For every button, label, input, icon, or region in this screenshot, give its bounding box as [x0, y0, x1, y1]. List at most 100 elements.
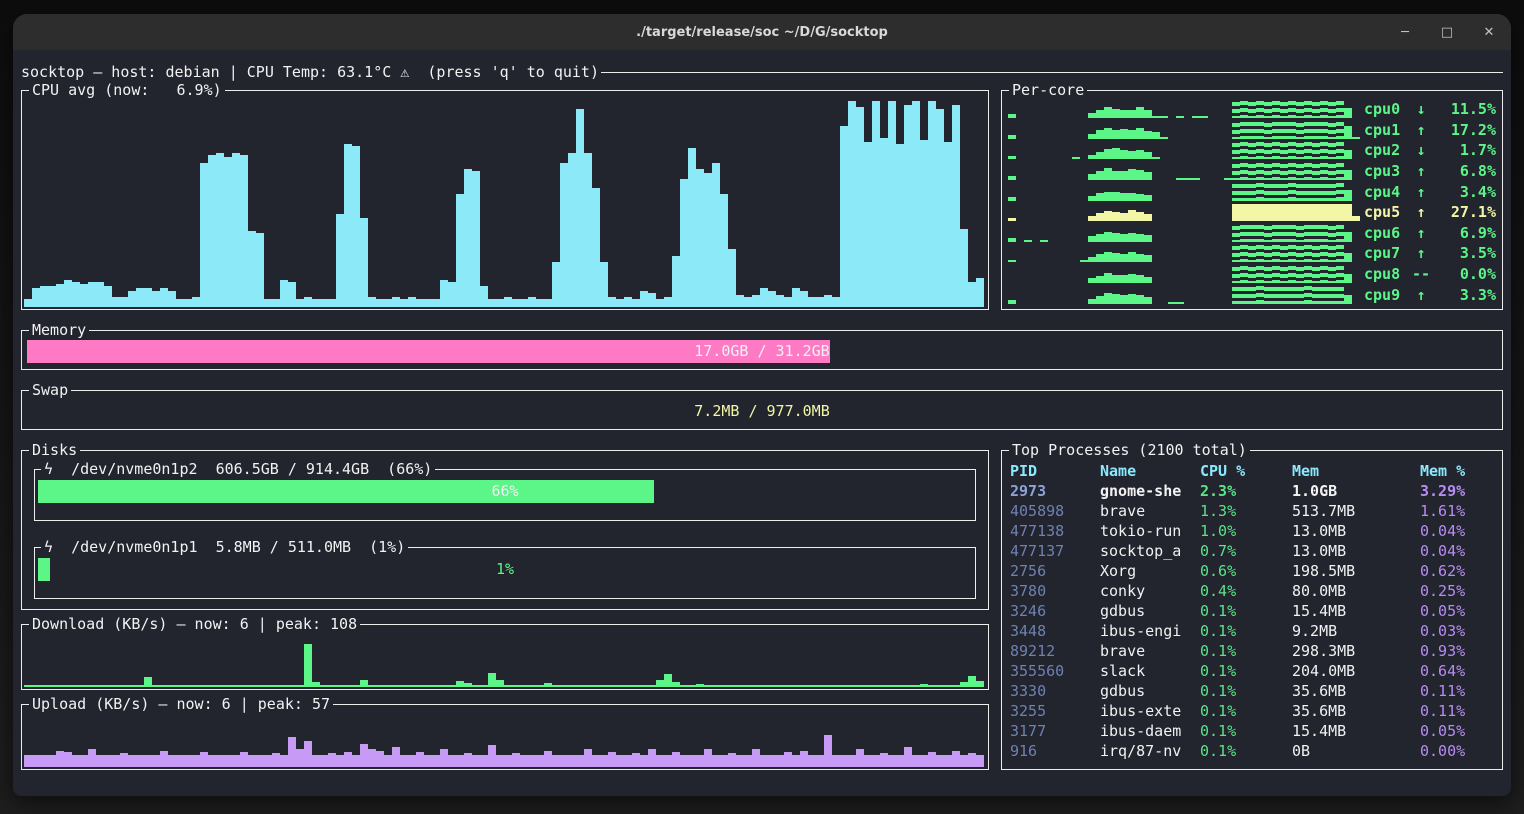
bar — [1344, 295, 1352, 304]
bar — [544, 299, 552, 307]
bar — [192, 685, 200, 687]
bar — [432, 685, 440, 687]
bar — [1136, 254, 1144, 263]
table-row[interactable]: 477138tokio-run1.0%13.0MB0.04% — [1010, 521, 1498, 541]
bar — [944, 142, 952, 307]
bar — [1264, 184, 1272, 201]
bar — [1288, 266, 1296, 283]
bar — [536, 299, 544, 307]
bar — [416, 685, 424, 687]
column-header[interactable]: Name — [1100, 461, 1200, 481]
bar — [1304, 204, 1312, 221]
bar — [1320, 101, 1328, 118]
bar — [1192, 116, 1200, 118]
bar — [496, 299, 504, 307]
bar — [264, 685, 272, 687]
bar — [488, 299, 496, 307]
bar — [1136, 107, 1144, 118]
bar — [368, 685, 376, 687]
bar — [816, 297, 824, 307]
bar — [1248, 225, 1256, 242]
bar — [448, 685, 456, 687]
table-row[interactable]: 3246gdbus0.1%15.4MB0.05% — [1010, 601, 1498, 621]
bar — [1328, 102, 1336, 119]
table-row[interactable]: 3330gdbus0.1%35.6MB0.11% — [1010, 681, 1498, 701]
table-row[interactable]: 405898brave1.3%513.7MB1.61% — [1010, 501, 1498, 521]
core-row: cpu2↓1.7% — [1008, 140, 1498, 161]
disk-gauge: 1%1% — [38, 558, 972, 581]
table-row[interactable]: 3255ibus-exte0.1%35.6MB0.11% — [1010, 701, 1498, 721]
table-row[interactable]: 89212brave0.1%298.3MB0.93% — [1010, 641, 1498, 661]
bar — [216, 755, 224, 767]
column-header[interactable]: Mem — [1292, 461, 1420, 481]
bar — [1304, 184, 1312, 201]
bar — [408, 755, 416, 767]
column-header[interactable]: CPU % — [1200, 461, 1292, 481]
table-cell-mem: 35.6MB — [1292, 681, 1420, 701]
table-cell-mem: 13.0MB — [1292, 541, 1420, 561]
bar — [744, 297, 752, 307]
bar — [120, 753, 128, 767]
table-row[interactable]: 3177ibus-daem0.1%15.4MB0.05% — [1010, 721, 1498, 741]
table-cell-name: brave — [1100, 501, 1200, 521]
bar — [1248, 164, 1256, 181]
core-sparkline — [1008, 224, 1364, 242]
bar — [1320, 184, 1328, 201]
bar — [928, 101, 936, 307]
table-row[interactable]: 916irq/87-nv0.1%0B0.00% — [1010, 741, 1498, 761]
bar — [384, 685, 392, 687]
column-header[interactable]: Mem % — [1420, 461, 1498, 481]
close-icon[interactable]: ✕ — [1481, 25, 1497, 40]
bar — [1136, 275, 1144, 283]
bar — [1120, 295, 1128, 303]
bar — [736, 295, 744, 307]
table-row[interactable]: 3780conky0.4%80.0MB0.25% — [1010, 581, 1498, 601]
bar — [1256, 266, 1264, 283]
bar — [104, 755, 112, 767]
bar — [304, 644, 312, 687]
bar — [480, 685, 488, 687]
bar — [1088, 196, 1096, 201]
table-row[interactable]: 3448ibus-engi0.1%9.2MB0.03% — [1010, 621, 1498, 641]
bar — [432, 299, 440, 307]
bar — [1272, 122, 1280, 139]
bar — [1144, 152, 1152, 160]
bar — [1312, 246, 1320, 262]
minimize-icon[interactable]: ─ — [1397, 25, 1413, 40]
table-row[interactable]: 477137socktop_a0.7%13.0MB0.04% — [1010, 541, 1498, 561]
bar — [1128, 193, 1136, 200]
table-row[interactable]: 355560slack0.1%204.0MB0.64% — [1010, 661, 1498, 681]
maximize-icon[interactable]: □ — [1439, 25, 1455, 40]
bar — [1240, 225, 1248, 242]
column-header[interactable]: PID — [1010, 461, 1100, 481]
bar — [368, 297, 376, 307]
bar — [968, 282, 976, 307]
bar — [1008, 197, 1016, 201]
bar — [1240, 122, 1248, 139]
bar — [1336, 287, 1344, 304]
core-arrow: ↓ — [1410, 100, 1432, 118]
table-row[interactable]: 2973gnome-she2.3%1.0GB3.29% — [1010, 481, 1498, 501]
bar — [672, 752, 680, 767]
bar — [1144, 255, 1152, 262]
bar — [368, 749, 376, 767]
bar — [528, 755, 536, 767]
bar — [968, 753, 976, 767]
bar — [1152, 116, 1160, 119]
bar — [168, 755, 176, 767]
bar — [624, 685, 632, 687]
table-row[interactable]: 2756Xorg0.6%198.5MB0.62% — [1010, 561, 1498, 581]
core-row: cpu3↑6.8% — [1008, 161, 1498, 182]
bar — [1112, 253, 1120, 262]
bar — [56, 685, 64, 687]
table-cell-memp: 0.05% — [1420, 601, 1498, 621]
bar — [1320, 266, 1328, 283]
bar — [1112, 233, 1120, 242]
bar — [472, 685, 480, 687]
bar — [1096, 193, 1104, 200]
bar — [1096, 152, 1104, 160]
bar — [544, 751, 552, 767]
disk-item: ϟ /dev/nvme0n1p2 606.5GB / 914.4GB (66%)… — [34, 469, 976, 521]
titlebar[interactable]: ./target/release/soc ~/D/G/socktop ─ □ ✕ — [13, 14, 1511, 50]
bar — [1304, 101, 1312, 118]
